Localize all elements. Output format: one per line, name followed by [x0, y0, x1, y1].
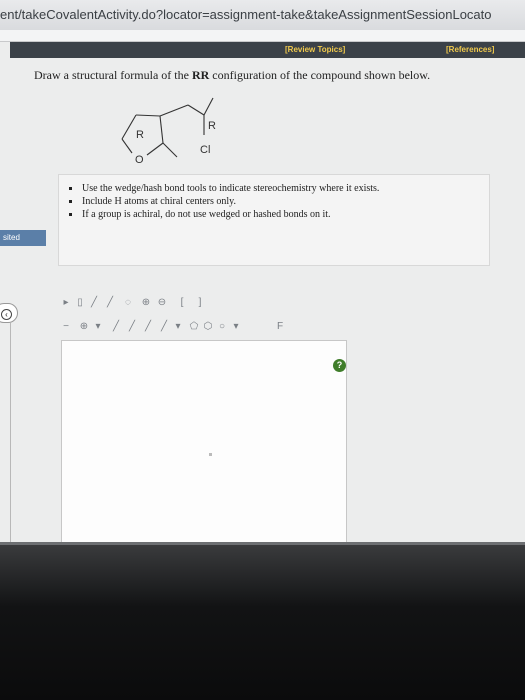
ring-bond [121, 138, 133, 154]
cyclopentane-icon[interactable]: ⬠ [188, 320, 200, 334]
review-topics-link[interactable]: [Review Topics] [285, 45, 345, 54]
pencil-alt-icon[interactable]: ╱ [104, 296, 116, 310]
drawing-canvas[interactable]: ? [61, 340, 347, 556]
stereo-label-r2: R [208, 120, 216, 132]
question-prefix: Draw a structural formula of the [34, 68, 192, 82]
hint-item: If a group is achiral, do not use wedged… [64, 208, 484, 221]
hint-item: Include H atoms at chiral centers only. [64, 195, 484, 208]
monitor-bezel [0, 545, 525, 700]
editor-toolbar-top: ▸ ▯ ╱ ╱ ◌ ⊕ ⊖ [ ] [60, 294, 360, 312]
bracket-alt-icon[interactable]: ] [194, 296, 206, 310]
chain-bond [159, 104, 189, 117]
help-icon[interactable]: ? [333, 359, 346, 372]
hexagon-icon[interactable]: ⬡ [202, 320, 214, 334]
molecule-structure: R R O Cl [121, 97, 216, 166]
ethyl-bond [162, 142, 178, 158]
ring-bond [121, 114, 137, 140]
oxygen-atom: O [135, 154, 144, 166]
chevron-down-icon[interactable]: ▾ [172, 320, 184, 334]
question-text: Draw a structural formula of the RR conf… [34, 68, 514, 83]
wedge-bond-icon[interactable]: ╱ [126, 320, 138, 334]
canvas-center-dot [209, 453, 212, 456]
methyl-bond [203, 97, 214, 116]
ring-bond [146, 142, 164, 156]
bracket-icon[interactable]: [ [176, 296, 188, 310]
ring-bond [135, 114, 161, 117]
url-text: ent/takeCovalentActivity.do?locator=assi… [0, 7, 492, 22]
side-tab[interactable]: sited [0, 230, 46, 246]
double-bond-icon[interactable]: ╱ [158, 320, 170, 334]
assignment-header: [Review Topics] [References] [10, 42, 525, 58]
chevron-down-icon[interactable]: ▾ [92, 320, 104, 334]
zoom-in-icon[interactable]: ⊕ [140, 296, 152, 310]
single-bond-icon[interactable]: ╱ [110, 320, 122, 334]
minus-icon[interactable]: − [60, 320, 72, 334]
ring-bond [159, 115, 164, 144]
chevron-left-icon: ‹ [1, 309, 12, 320]
chlorine-atom: Cl [200, 144, 210, 156]
page-top-strip [0, 30, 525, 42]
hint-list: Use the wedge/hash bond tools to indicat… [64, 182, 484, 221]
lasso-icon[interactable]: ◌ [122, 296, 134, 310]
side-tab-label: sited [3, 233, 20, 242]
side-divider [10, 323, 11, 543]
stereo-label-r1: R [136, 129, 144, 141]
address-bar[interactable]: ent/takeCovalentActivity.do?locator=assi… [0, 0, 525, 30]
chevron-down-icon[interactable]: ▾ [230, 320, 242, 334]
eraser-icon[interactable]: ▯ [74, 296, 86, 310]
pencil-icon[interactable]: ╱ [88, 296, 100, 310]
question-suffix: configuration of the compound shown belo… [209, 68, 431, 82]
chain-bond [187, 104, 205, 116]
question-config: RR [191, 68, 210, 82]
atom-icon[interactable]: F [274, 320, 286, 334]
zoom-out-icon[interactable]: ⊖ [156, 296, 168, 310]
charge-icon[interactable]: ⊕ [78, 320, 90, 334]
hash-bond-icon[interactable]: ╱ [142, 320, 154, 334]
hint-item: Use the wedge/hash bond tools to indicat… [64, 182, 484, 195]
cyclohexane-icon[interactable]: ○ [216, 320, 228, 334]
editor-toolbar-bottom: − ⊕ ▾ ╱ ╱ ╱ ╱ ▾ ⬠ ⬡ ○ ▾ F [60, 318, 360, 336]
pointer-icon[interactable]: ▸ [60, 296, 72, 310]
references-link[interactable]: [References] [446, 45, 494, 54]
